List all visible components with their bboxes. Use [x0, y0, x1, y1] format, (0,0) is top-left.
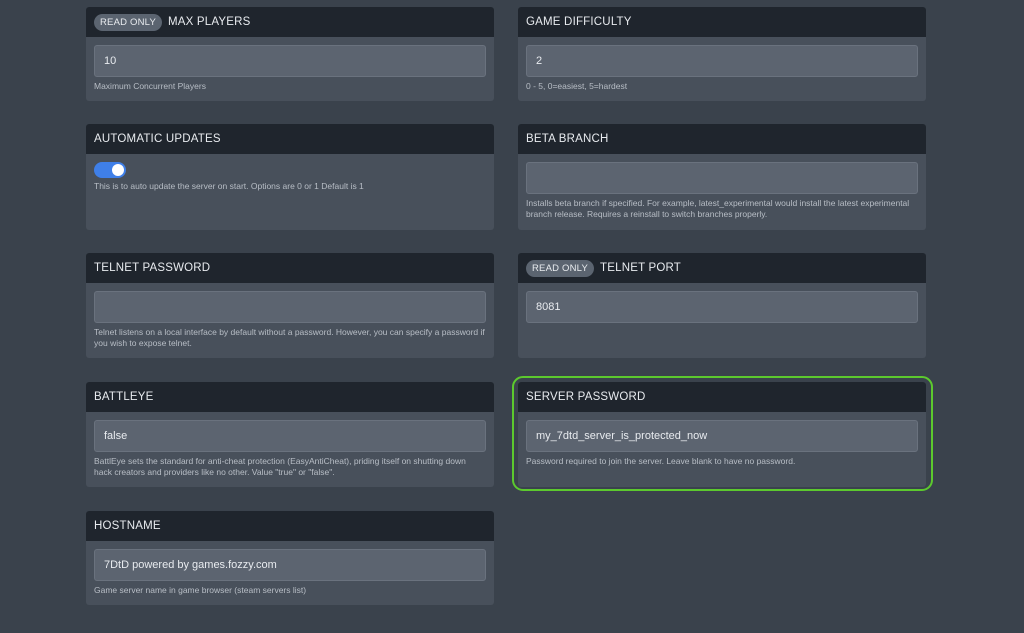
hostname-title: HOSTNAME — [94, 520, 161, 532]
server-password-input[interactable]: my_7dtd_server_is_protected_now — [526, 420, 918, 452]
beta-branch-card: BETA BRANCH Installs beta branch if spec… — [518, 124, 926, 230]
server-password-header: SERVER PASSWORD — [518, 382, 926, 412]
max-players-input[interactable]: 10 — [94, 45, 486, 77]
game-difficulty-header: GAME DIFFICULTY — [518, 7, 926, 37]
telnet-password-title: TELNET PASSWORD — [94, 262, 211, 274]
max-players-help: Maximum Concurrent Players — [94, 81, 206, 91]
game-difficulty-help: 0 - 5, 0=easiest, 5=hardest — [526, 81, 628, 91]
read-only-badge: READ ONLY — [94, 13, 162, 31]
hostname-help: Game server name in game browser (steam … — [94, 585, 307, 595]
telnet-port-title: TELNET PORT — [600, 262, 682, 274]
hostname-input[interactable]: 7DtD powered by games.fozzy.com — [94, 549, 486, 581]
max-players-title: MAX PLAYERS — [168, 16, 251, 28]
read-only-badge: READ ONLY — [526, 259, 594, 277]
beta-branch-help: Installs beta branch if specified. For e… — [526, 198, 910, 219]
automatic-updates-toggle[interactable] — [94, 162, 126, 178]
server-password-help: Password required to join the server. Le… — [526, 456, 796, 466]
telnet-password-card: TELNET PASSWORD Telnet listens on a loca… — [86, 253, 494, 358]
automatic-updates-title: AUTOMATIC UPDATES — [94, 133, 221, 145]
beta-branch-header: BETA BRANCH — [518, 124, 926, 154]
automatic-updates-help: This is to auto update the server on sta… — [94, 181, 364, 191]
game-difficulty-card: GAME DIFFICULTY 2 0 - 5, 0=easiest, 5=ha… — [518, 7, 926, 101]
beta-branch-input[interactable] — [526, 162, 918, 194]
automatic-updates-card: AUTOMATIC UPDATES This is to auto update… — [86, 124, 494, 230]
automatic-updates-header: AUTOMATIC UPDATES — [86, 124, 494, 154]
hostname-card: HOSTNAME 7DtD powered by games.fozzy.com… — [86, 511, 494, 605]
max-players-header: READ ONLY MAX PLAYERS — [86, 7, 494, 37]
game-difficulty-input[interactable]: 2 — [526, 45, 918, 77]
server-password-title: SERVER PASSWORD — [526, 391, 646, 403]
telnet-password-header: TELNET PASSWORD — [86, 253, 494, 283]
telnet-port-card: READ ONLY TELNET PORT 8081 — [518, 253, 926, 358]
beta-branch-title: BETA BRANCH — [526, 133, 609, 145]
battleye-header: BATTLEYE — [86, 382, 494, 412]
telnet-port-header: READ ONLY TELNET PORT — [518, 253, 926, 283]
max-players-card: READ ONLY MAX PLAYERS 10 Maximum Concurr… — [86, 7, 494, 101]
game-difficulty-title: GAME DIFFICULTY — [526, 16, 632, 28]
server-password-card: SERVER PASSWORD my_7dtd_server_is_protec… — [518, 382, 926, 487]
battleye-title: BATTLEYE — [94, 391, 154, 403]
telnet-password-input[interactable] — [94, 291, 486, 323]
battleye-input[interactable]: false — [94, 420, 486, 452]
telnet-password-help: Telnet listens on a local interface by d… — [94, 327, 485, 348]
battleye-help: BattlEye sets the standard for anti-chea… — [94, 456, 466, 477]
battleye-card: BATTLEYE false BattlEye sets the standar… — [86, 382, 494, 487]
toggle-knob — [112, 164, 124, 176]
telnet-port-input[interactable]: 8081 — [526, 291, 918, 323]
hostname-header: HOSTNAME — [86, 511, 494, 541]
